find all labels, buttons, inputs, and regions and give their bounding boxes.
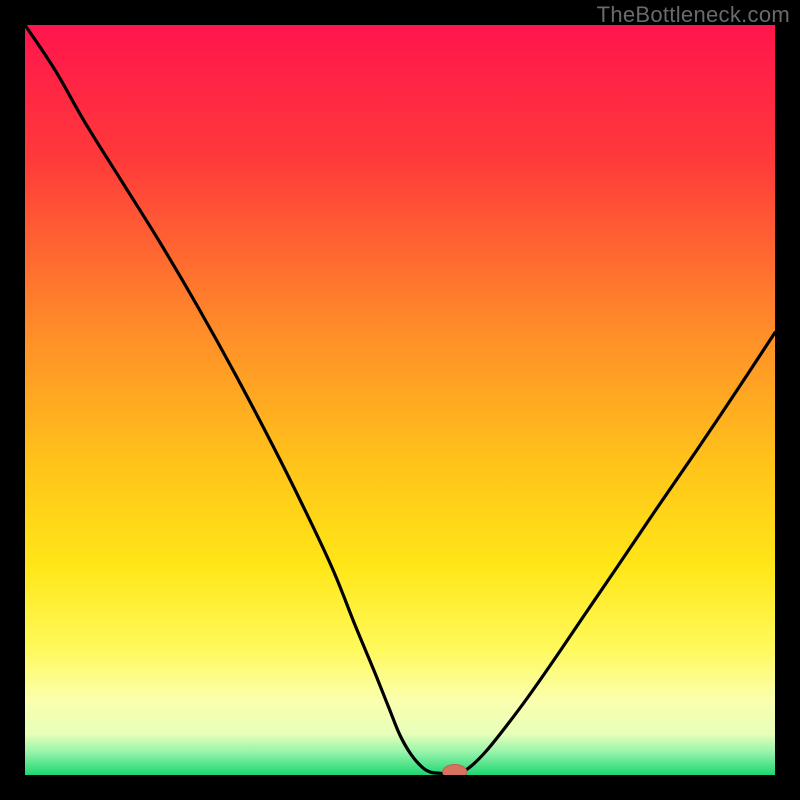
- watermark-text: TheBottleneck.com: [597, 2, 790, 28]
- gradient-background: [25, 25, 775, 775]
- chart-frame: TheBottleneck.com: [0, 0, 800, 800]
- optimum-marker: [443, 765, 467, 776]
- bottleneck-chart: [25, 25, 775, 775]
- plot-area: [25, 25, 775, 775]
